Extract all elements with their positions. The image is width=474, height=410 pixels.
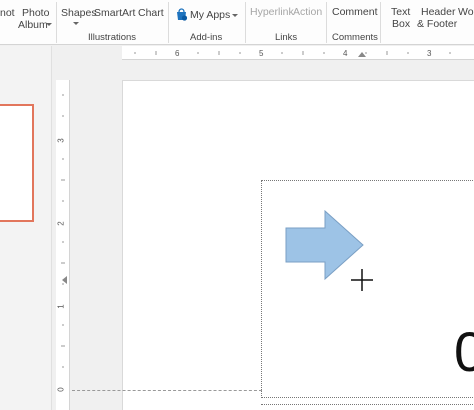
text-box-label-line1: Text <box>391 6 411 18</box>
chevron-down-icon <box>46 23 52 26</box>
ribbon-partial-button-right[interactable]: Wo <box>458 6 474 18</box>
group-label-addins: Add-ins <box>190 32 223 43</box>
my-apps-label: My Apps <box>190 9 231 21</box>
content-placeholder-lower[interactable] <box>261 404 474 410</box>
ruler-number: 5 <box>259 49 264 58</box>
ruler-number: 6 <box>175 49 180 58</box>
ribbon-separator <box>56 2 57 43</box>
slide-thumbnail-selected[interactable] <box>0 104 34 222</box>
comment-button[interactable]: Comment <box>332 6 378 18</box>
header-footer-label-line1: Header <box>421 6 456 18</box>
photo-album-label-line1: Photo <box>22 7 50 19</box>
store-bag-icon <box>177 8 188 21</box>
ribbon-separator <box>326 2 327 43</box>
ruler-number: 3 <box>56 138 66 143</box>
ruler-number: 0 <box>56 387 66 392</box>
slide-thumbnail-pane <box>0 46 52 410</box>
header-footer-label-line2: & Footer <box>417 18 458 30</box>
ruler-number: 4 <box>343 49 348 58</box>
chevron-down-icon <box>232 14 238 17</box>
ribbon-insert-tab: not Photo Album Shapes SmartArt Chart Il… <box>0 0 474 45</box>
ribbon-separator <box>380 2 381 43</box>
chevron-down-icon <box>73 22 79 25</box>
horizontal-ruler[interactable]: 6 5 4 3 <box>122 46 474 60</box>
ruler-number: 2 <box>56 221 66 226</box>
group-label-links: Links <box>275 32 298 43</box>
vertical-ruler[interactable]: 3 2 1 0 <box>56 80 70 410</box>
alignment-guide <box>72 390 262 391</box>
ribbon-separator <box>245 2 246 43</box>
action-button[interactable]: Action <box>293 6 322 18</box>
ribbon-partial-button-left[interactable]: not <box>0 7 15 19</box>
ruler-ticks <box>61 94 67 368</box>
ruler-number: 3 <box>427 49 432 58</box>
ribbon-separator <box>168 2 169 43</box>
photo-album-label-line2: Album <box>18 19 48 31</box>
group-label-comments: Comments <box>332 32 378 43</box>
group-label-illustrations: Illustrations <box>88 32 137 43</box>
slide-text-partial: 0 <box>454 320 474 383</box>
smartart-button[interactable]: SmartArt <box>94 7 135 19</box>
chart-button[interactable]: Chart <box>138 7 164 19</box>
shapes-label: Shapes <box>61 7 97 19</box>
text-box-label-line2: Box <box>392 18 411 30</box>
ruler-number: 1 <box>56 304 66 309</box>
hyperlink-button[interactable]: Hyperlink <box>250 6 294 18</box>
crosshair-cursor-icon <box>351 269 373 291</box>
